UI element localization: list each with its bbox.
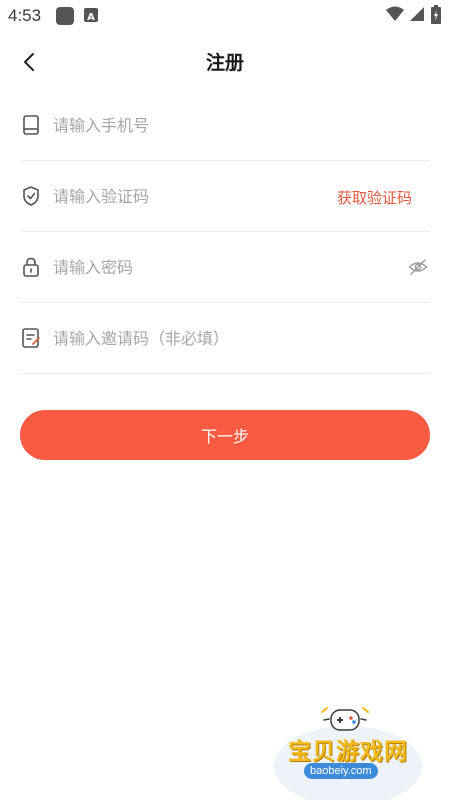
password-input[interactable] (53, 250, 323, 284)
nav-bar: 注册 (0, 32, 450, 90)
phone-input[interactable] (53, 108, 323, 142)
notification-a-icon: A (84, 8, 98, 23)
battery-icon (431, 5, 441, 28)
svg-text:A: A (87, 12, 95, 23)
code-row: 获取验证码 (20, 161, 430, 232)
phone-row (20, 90, 430, 161)
game-controller-icon (320, 704, 370, 734)
signal-icon (408, 6, 424, 26)
page-title: 注册 (205, 52, 244, 74)
notification-app-icon (56, 7, 74, 25)
wifi-icon (386, 6, 404, 26)
status-time: 4:53 (8, 6, 42, 25)
next-button[interactable]: 下一步 (20, 410, 430, 460)
register-form: 获取验证码 (20, 90, 430, 374)
get-code-button[interactable]: 获取验证码 (337, 187, 412, 208)
status-bar: 4:53 A (0, 0, 450, 32)
eye-off-icon[interactable] (408, 257, 428, 277)
watermark-url: baobeiy.com (304, 763, 378, 779)
watermark-title: 宝贝游戏网 (288, 739, 408, 765)
watermark-logo: 宝贝游戏网 baobeiy.com (268, 700, 428, 800)
shield-check-icon (20, 185, 42, 207)
phone-icon (20, 114, 42, 136)
password-row (20, 232, 430, 303)
invite-row (20, 303, 430, 374)
invite-input[interactable] (53, 321, 323, 355)
note-edit-icon (20, 327, 42, 349)
lock-icon (20, 256, 42, 278)
code-input[interactable] (53, 179, 323, 213)
